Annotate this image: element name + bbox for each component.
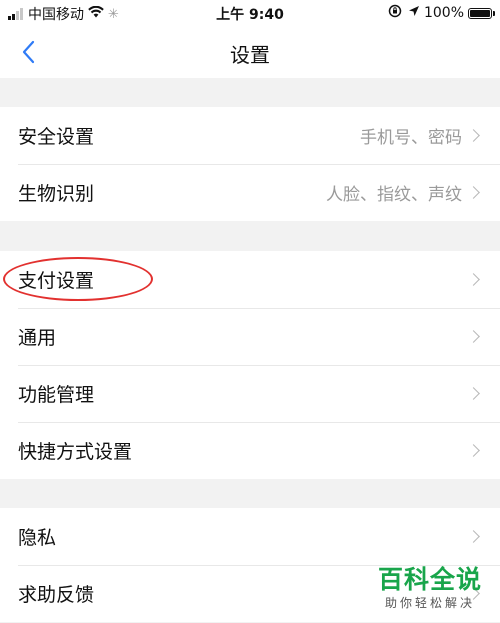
row-label: 求助反馈 (18, 584, 95, 606)
orientation-lock-icon (388, 4, 402, 22)
chevron-right-icon (467, 529, 480, 543)
settings-row-features[interactable]: 功能管理 (0, 365, 500, 422)
chevron-right-icon (467, 185, 480, 199)
settings-group-1: 安全设置 手机号、密码 生物识别 人脸、指纹、声纹 (0, 107, 500, 221)
settings-screen: 中国移动 ✳ 上午 9:40 100% 设置 安全设置 手机号、密码 生物识别 … (0, 0, 500, 623)
settings-row-help[interactable]: 求助反馈 (0, 565, 500, 622)
battery-icon (468, 7, 495, 19)
settings-row-general[interactable]: 通用 (0, 308, 500, 365)
chevron-right-icon (467, 443, 480, 457)
settings-row-biometrics[interactable]: 生物识别 人脸、指纹、声纹 (0, 164, 500, 221)
status-right: 100% (388, 4, 495, 22)
settings-row-shortcuts[interactable]: 快捷方式设置 (0, 422, 500, 479)
nav-bar: 设置 (0, 26, 500, 78)
settings-group-3: 隐私 求助反馈 (0, 508, 500, 622)
chevron-right-icon (467, 272, 480, 286)
chevron-right-icon (467, 128, 480, 142)
row-detail: 人脸、指纹、声纹 (326, 185, 462, 205)
battery-percent: 100% (423, 5, 464, 21)
settings-row-payment[interactable]: 支付设置 (0, 251, 500, 308)
row-label: 快捷方式设置 (18, 441, 133, 463)
row-label: 通用 (18, 327, 57, 349)
location-icon (408, 5, 420, 21)
row-label: 隐私 (18, 527, 57, 549)
row-label: 安全设置 (18, 126, 95, 148)
settings-row-security[interactable]: 安全设置 手机号、密码 (0, 107, 500, 164)
settings-row-privacy[interactable]: 隐私 (0, 508, 500, 565)
status-bar: 中国移动 ✳ 上午 9:40 100% (0, 0, 500, 26)
settings-group-2: 支付设置 通用 功能管理 快捷方式设置 (0, 251, 500, 479)
row-label: 生物识别 (18, 183, 95, 205)
row-detail: 手机号、密码 (360, 128, 462, 148)
row-label: 支付设置 (18, 270, 95, 292)
row-label: 功能管理 (18, 384, 95, 406)
chevron-right-icon (467, 586, 480, 600)
page-title: 设置 (230, 43, 270, 67)
chevron-right-icon (467, 386, 480, 400)
chevron-right-icon (467, 329, 480, 343)
